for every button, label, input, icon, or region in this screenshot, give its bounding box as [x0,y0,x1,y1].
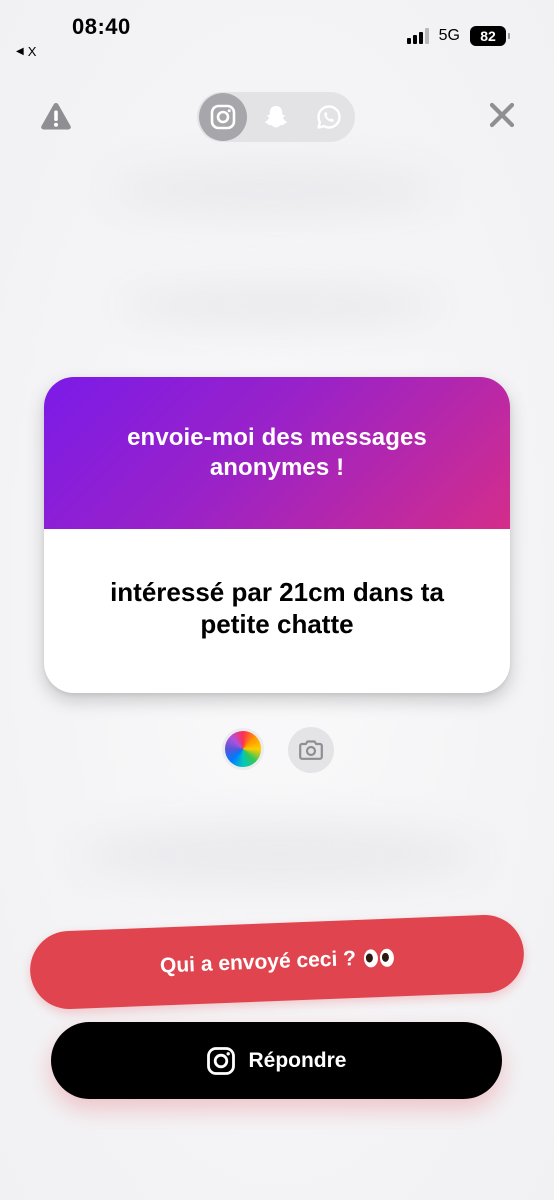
instagram-icon [207,1046,236,1075]
background-blur [110,160,440,220]
message-card: envoie-moi des messages anonymes ! intér… [44,377,510,693]
instagram-icon [210,104,236,130]
background-blur [120,280,440,330]
anonymous-message: intéressé par 21cm dans ta petite chatte [110,577,444,639]
camera-button[interactable] [288,727,334,773]
reply-button[interactable]: Répondre [51,1022,502,1099]
color-wheel-icon[interactable] [222,728,264,770]
back-to-app-link[interactable]: ◀ X [16,44,36,59]
background-blur [80,820,480,890]
camera-icon [299,740,323,760]
who-sent-this-button[interactable]: Qui a envoyé ceci ? [28,913,526,1011]
snapchat-tab[interactable] [252,93,300,141]
reply-label: Répondre [248,1048,347,1072]
card-title: envoie-moi des messages anonymes ! [127,424,427,481]
network-type: 5G [438,27,460,44]
screen: 08:40 ◀ X 5G 82 envoie-moi des messages … [0,0,554,1200]
snapchat-icon [264,106,288,128]
eyes-icon [363,948,395,968]
instagram-tab[interactable] [199,93,247,141]
signal-icon [406,28,429,44]
whatsapp-tab[interactable] [305,93,353,141]
card-header: envoie-moi des messages anonymes ! [44,377,510,529]
platform-selector [197,92,355,142]
close-icon[interactable] [488,101,516,129]
who-sent-label: Qui a envoyé ceci ? [159,946,357,978]
back-app-label: X [27,44,37,59]
card-body: intéressé par 21cm dans ta petite chatte [44,529,510,693]
status-indicators: 5G 82 [406,26,510,46]
whatsapp-icon [317,105,341,129]
battery-icon: 82 [470,26,510,46]
warning-icon[interactable] [40,101,72,131]
status-time: 08:40 [72,14,131,39]
back-arrow-icon: ◀ [16,46,24,57]
battery-level: 82 [480,28,496,44]
